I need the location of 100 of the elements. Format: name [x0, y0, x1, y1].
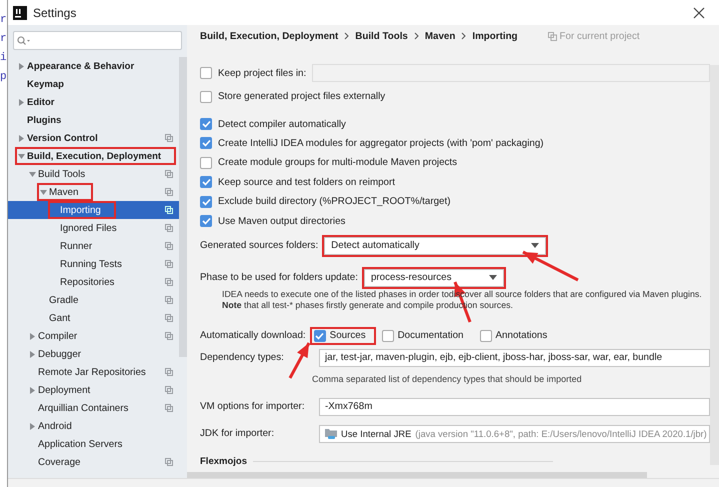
field-label: Dependency types:	[200, 352, 285, 364]
tree-item-label: Plugins	[27, 114, 62, 126]
annotation-arrow	[288, 342, 310, 379]
checkbox[interactable]	[200, 90, 212, 103]
checkbox[interactable]	[200, 137, 212, 150]
tree-item-label: Build Tools	[38, 168, 86, 180]
checkbox[interactable]	[480, 330, 492, 342]
checkbox-label: Keep project files in:	[218, 68, 306, 78]
collapsed-arrow-icon[interactable]	[18, 62, 25, 70]
chevron-icon	[461, 32, 466, 40]
input-field[interactable]: jar, test-jar, maven-plugin, ejb, ejb-client, jboss-har, jboss-sar, war, ear, bundle	[319, 348, 710, 367]
tree-item-label: Runner	[60, 240, 92, 252]
expanded-arrow-icon[interactable]	[29, 170, 36, 178]
tree-item[interactable]: Build Tools	[8, 165, 179, 183]
checkbox[interactable]	[314, 330, 326, 342]
collapsed-arrow-icon[interactable]	[29, 350, 36, 358]
annotation-arrow	[522, 250, 579, 282]
checkbox[interactable]	[382, 330, 394, 342]
tree-item[interactable]: Deployment	[8, 381, 179, 399]
tree-item-label: Debugger	[38, 348, 82, 360]
tree-item-label: Maven	[49, 186, 78, 198]
tree-item[interactable]: Android	[8, 417, 179, 435]
collapsed-arrow-icon[interactable]	[29, 386, 36, 394]
checkbox-label: Exclude build directory (%PROJECT_ROOT%/target)	[218, 196, 450, 208]
tree-item[interactable]: Ignored Files	[8, 219, 179, 237]
collapsed-arrow-icon[interactable]	[29, 422, 36, 430]
tree-item[interactable]: Plugins	[8, 111, 179, 129]
checkbox-label: Keep source and test folders on reimport	[218, 176, 395, 188]
dropdown[interactable]: Detect automatically	[324, 236, 546, 255]
tree-item-label: Appearance & Behavior	[27, 60, 134, 72]
tree-item-label: Application Servers	[38, 438, 122, 450]
scrollbar[interactable]	[710, 65, 719, 465]
code-fragment: p	[0, 71, 7, 85]
checkbox[interactable]	[200, 215, 212, 228]
tree-item[interactable]: Appearance & Behavior	[8, 57, 179, 75]
checkbox-label: Annotations	[496, 330, 548, 342]
dropdown[interactable]: Use Internal JRE (java version "11.0.6+8", path: E:/Users/lenovo/IntelliJ IDEA 2020.1/jbr)	[319, 424, 710, 443]
scrollbar[interactable]	[179, 57, 187, 357]
input-field[interactable]: -Xmx768m	[319, 398, 710, 416]
tree-item[interactable]: Gant	[8, 309, 179, 327]
tree-item-label: Compiler	[38, 330, 78, 342]
tree-item[interactable]: Editor	[8, 93, 179, 111]
tree-item[interactable]: Running Tests	[8, 255, 179, 273]
tree-item[interactable]: Runner	[8, 237, 179, 255]
tree-item[interactable]: Maven	[8, 183, 179, 201]
window-title: Settings	[33, 6, 76, 20]
tree-item[interactable]: Coverage	[8, 453, 179, 471]
tree-item-label: Version Control	[27, 132, 98, 144]
field-label: Phase to be used for folders update:	[200, 272, 358, 284]
breadcrumb-item[interactable]: Build, Execution, Deployment	[200, 30, 338, 42]
checkbox[interactable]	[200, 156, 212, 169]
expanded-arrow-icon[interactable]	[18, 152, 25, 160]
field-label: Automatically download:	[200, 330, 306, 342]
checkbox-label: Documentation	[398, 330, 464, 342]
dropdown[interactable]: process-resources	[364, 268, 504, 287]
tree-item-label: Android	[38, 420, 72, 432]
tree-item-label: Ignored Files	[60, 222, 117, 234]
tree-item-label: Deployment	[38, 384, 90, 396]
breadcrumb-item[interactable]: Maven	[424, 30, 456, 42]
field-label: JDK for importer:	[200, 428, 276, 440]
code-fragment: r	[0, 14, 7, 28]
close-icon[interactable]	[693, 6, 705, 18]
tree-item[interactable]: Remote Jar Repositories	[8, 363, 179, 381]
collapsed-arrow-icon[interactable]	[18, 98, 25, 106]
chevron-icon	[414, 32, 419, 40]
checkbox[interactable]	[200, 196, 212, 208]
section-title: Flexmojos	[200, 456, 247, 467]
tree-item[interactable]: Importing	[8, 201, 179, 219]
tree-item[interactable]: Keymap	[8, 75, 179, 93]
scrollbar[interactable]	[187, 472, 647, 478]
tree-item[interactable]: Build, Execution, Deployment	[8, 147, 179, 165]
tree-item[interactable]: Application Servers	[8, 435, 179, 453]
checkbox[interactable]	[200, 176, 212, 188]
checkbox[interactable]	[200, 67, 212, 79]
tree-item[interactable]: Arquillian Containers	[8, 399, 179, 417]
code-fragment: i	[0, 52, 7, 66]
breadcrumb-item[interactable]: Build Tools	[355, 30, 408, 42]
breadcrumb-item[interactable]: Importing	[472, 30, 518, 42]
help-text: Comma separated list of dependency types that should be imported	[311, 374, 583, 384]
tree-item-label: Gant	[49, 312, 70, 324]
tree-item[interactable]: Version Control	[8, 129, 179, 147]
search-field[interactable]	[13, 31, 182, 50]
chevron-icon	[344, 32, 350, 40]
checkbox-label: Sources	[330, 330, 366, 342]
checkbox-label: Create module groups for multi-module Maven projects	[218, 157, 458, 168]
tree-item-label: Build, Execution, Deployment	[27, 150, 162, 162]
tree-item-label: Gradle	[49, 294, 78, 306]
dropdown-caret-icon	[531, 243, 540, 248]
checkbox[interactable]	[200, 118, 212, 130]
scope-label: For current project	[560, 30, 640, 42]
expanded-arrow-icon[interactable]	[40, 188, 47, 196]
tree-item[interactable]: Compiler	[8, 327, 179, 345]
tree-item-label: Arquillian Containers	[38, 402, 128, 414]
tree-item[interactable]: Debugger	[8, 345, 179, 363]
tree-item[interactable]: Gradle	[8, 291, 179, 309]
collapsed-arrow-icon[interactable]	[29, 332, 36, 340]
tree-item[interactable]: Repositories	[8, 273, 179, 291]
collapsed-arrow-icon[interactable]	[18, 134, 25, 142]
tree-item-label: Importing	[60, 204, 101, 216]
checkbox-label: Use Maven output directories	[218, 216, 346, 227]
